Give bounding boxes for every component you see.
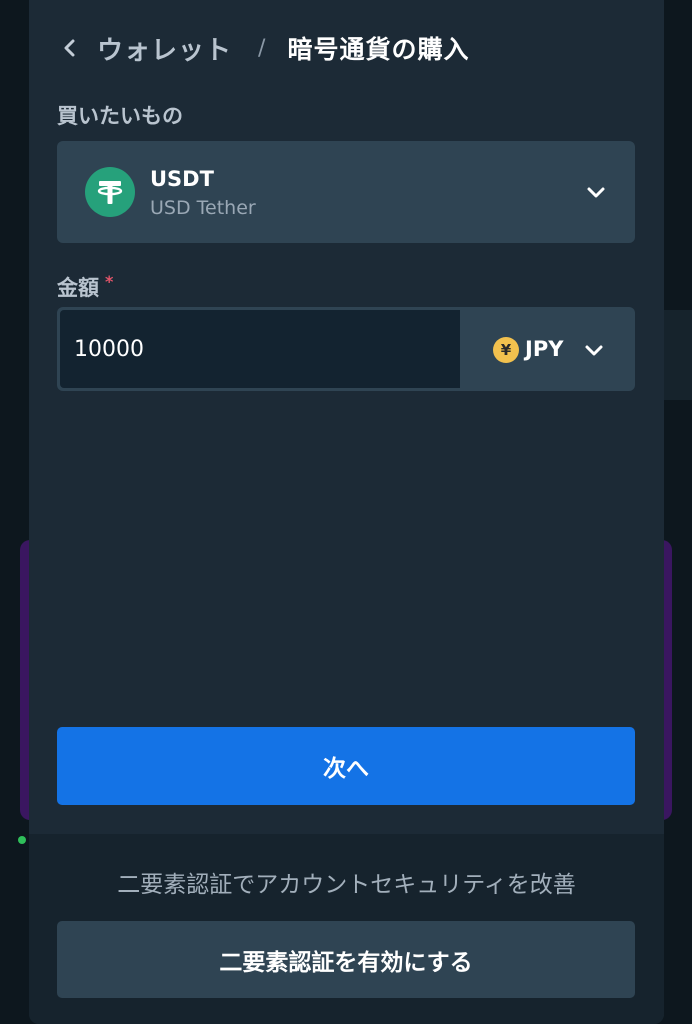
currency-select[interactable]: ¥ JPY [461, 307, 635, 391]
next-button[interactable]: 次へ [57, 727, 635, 805]
modal-footer: 二要素認証でアカウントセキュリティを改善 二要素認証を有効にする [29, 834, 664, 1024]
tether-icon [85, 167, 135, 217]
breadcrumb-wallet-link[interactable]: ウォレット [97, 30, 232, 67]
chevron-down-icon [587, 187, 605, 198]
amount-field-group: ¥ JPY [57, 307, 635, 391]
yen-coin-icon: ¥ [493, 337, 519, 363]
modal-body: ウォレット / 暗号通貨の購入 買いたいもの USDT USD Tether 金… [29, 0, 664, 834]
page-title: 暗号通貨の購入 [287, 35, 470, 64]
asset-select[interactable]: USDT USD Tether [57, 141, 635, 243]
background-status-dot [18, 836, 26, 844]
currency-label: JPY [525, 337, 564, 361]
asset-label: 買いたいもの [57, 104, 183, 128]
amount-label: 金額 * [57, 272, 113, 302]
asset-symbol: USDT [150, 167, 214, 191]
required-mark: * [105, 272, 114, 291]
amount-label-text: 金額 [57, 276, 99, 300]
breadcrumb-separator: / [258, 35, 266, 61]
chevron-down-icon [585, 345, 603, 356]
buy-crypto-modal: ウォレット / 暗号通貨の購入 買いたいもの USDT USD Tether 金… [29, 0, 664, 1024]
breadcrumb: ウォレット / 暗号通貨の購入 [57, 28, 469, 68]
enable-two-factor-button[interactable]: 二要素認証を有効にする [57, 921, 635, 998]
asset-name: USD Tether [150, 197, 256, 219]
chevron-left-icon[interactable] [57, 35, 83, 61]
two-factor-prompt: 二要素認証でアカウントセキュリティを改善 [117, 872, 576, 898]
amount-input[interactable] [60, 310, 460, 388]
